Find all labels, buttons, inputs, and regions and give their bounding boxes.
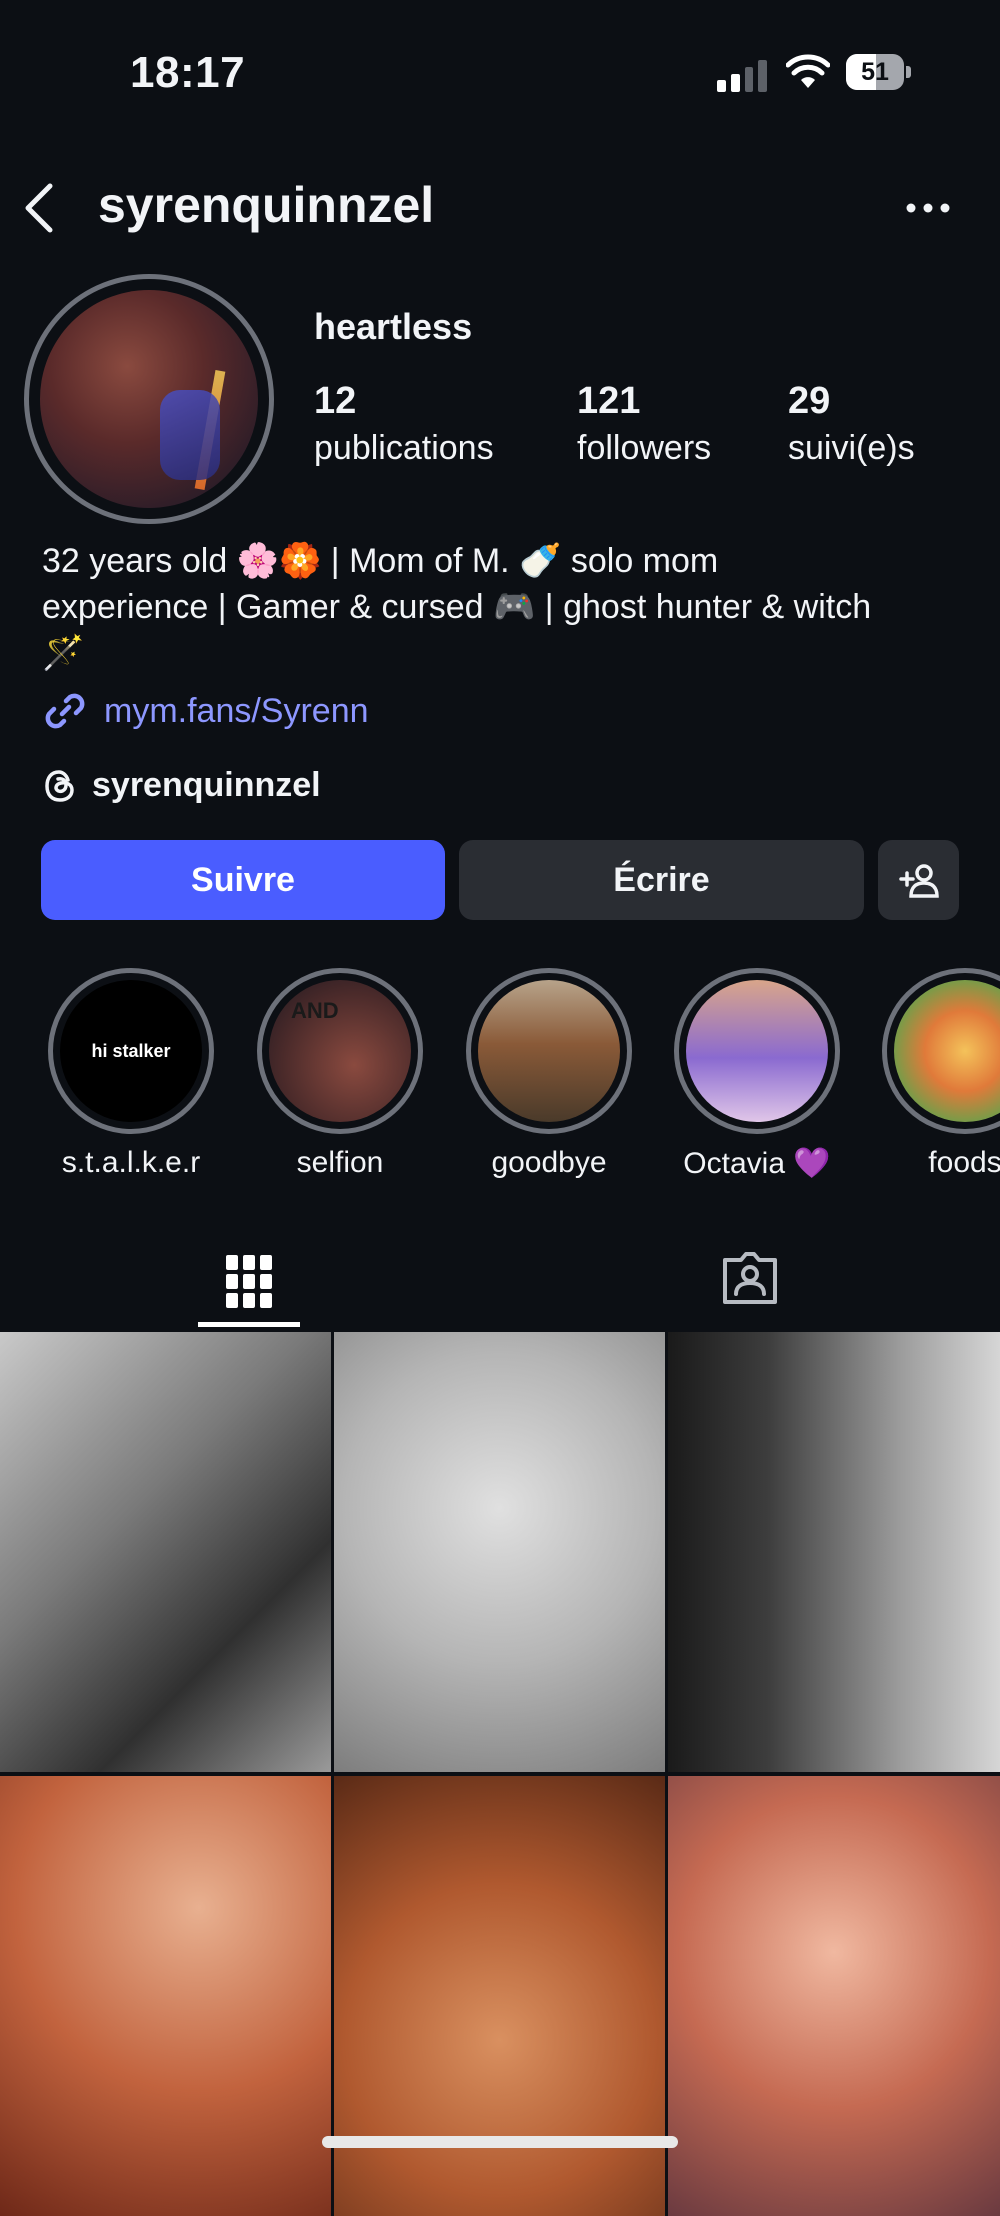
highlight-label: s.t.a.l.k.e.r (61, 1146, 201, 1179)
suggested-users-button[interactable] (878, 840, 959, 920)
battery-icon: 51 (846, 54, 912, 90)
highlight-stalker[interactable]: hi stalker s.t.a.l.k.e.r (48, 968, 214, 1180)
highlight-label: foods (928, 1146, 1000, 1179)
stat-label: followers (577, 429, 712, 467)
tab-posts[interactable] (198, 1236, 300, 1328)
wifi-icon (786, 54, 830, 88)
post-thumbnail[interactable] (668, 1776, 1000, 2216)
tagged-icon (723, 1252, 777, 1304)
ellipsis-icon[interactable] (905, 198, 951, 218)
highlight-selfion[interactable]: AND selfion (257, 968, 423, 1180)
tab-tagged[interactable] (700, 1240, 800, 1316)
bio-line: experience | Gamer & cursed 🎮 | ghost hu… (42, 588, 872, 626)
profile-username: syrenquinnzel (98, 177, 435, 233)
highlight-label: selfion (296, 1146, 384, 1179)
active-tab-indicator (198, 1322, 300, 1327)
bio-link[interactable]: mym.fans/Syrenn (42, 688, 369, 734)
follow-button[interactable]: Suivre (41, 840, 445, 920)
bio-line: 32 years old 🌸🏵️ | Mom of M. 🍼 solo mom (42, 542, 719, 580)
battery-level: 51 (861, 58, 889, 86)
stat-following[interactable]: 29 suivi(e)s (788, 380, 915, 468)
avatar[interactable] (40, 290, 258, 508)
post-thumbnail[interactable] (0, 1332, 331, 1772)
stat-publications[interactable]: 12 publications (314, 380, 494, 468)
chevron-left-icon[interactable] (20, 180, 60, 236)
cellular-signal-icon (717, 58, 767, 92)
home-indicator[interactable] (322, 2136, 678, 2148)
message-button[interactable]: Écrire (459, 840, 864, 920)
threads-badge[interactable]: syrenquinnzel (42, 766, 321, 805)
stat-value: 29 (788, 380, 831, 422)
post-thumbnail[interactable] (334, 1332, 665, 1772)
highlight-cover-text: AND (291, 998, 339, 1023)
threads-handle[interactable]: syrenquinnzel (92, 766, 321, 805)
threads-icon (45, 769, 74, 802)
status-time: 18:17 (130, 48, 246, 97)
highlight-label: goodbye (491, 1146, 607, 1179)
bio-line: 🪄 (42, 634, 85, 672)
stat-label: publications (314, 429, 494, 467)
post-thumbnail[interactable] (334, 1776, 665, 2216)
display-name: heartless (314, 306, 473, 347)
highlight-octavia[interactable]: Octavia 💜 (674, 968, 840, 1181)
post-thumbnail[interactable] (668, 1332, 1000, 1772)
highlight-cover-text: hi stalker (91, 1040, 171, 1061)
grid-icon (226, 1255, 272, 1308)
highlight-label: Octavia 💜 (683, 1147, 831, 1180)
bio: 32 years old 🌸🏵️ | Mom of M. 🍼 solo mom … (42, 538, 962, 676)
stat-followers[interactable]: 121 followers (577, 380, 711, 468)
highlight-goodbye[interactable]: goodbye (466, 968, 632, 1180)
post-thumbnail[interactable] (0, 1776, 331, 2216)
add-user-icon (898, 864, 939, 898)
bio-link-text[interactable]: mym.fans/Syrenn (104, 692, 369, 731)
stat-value: 121 (577, 380, 641, 422)
link-icon (45, 693, 85, 729)
stat-value: 12 (314, 380, 357, 422)
highlight-foods[interactable]: foods (882, 968, 1000, 1180)
stat-label: suivi(e)s (788, 429, 915, 467)
